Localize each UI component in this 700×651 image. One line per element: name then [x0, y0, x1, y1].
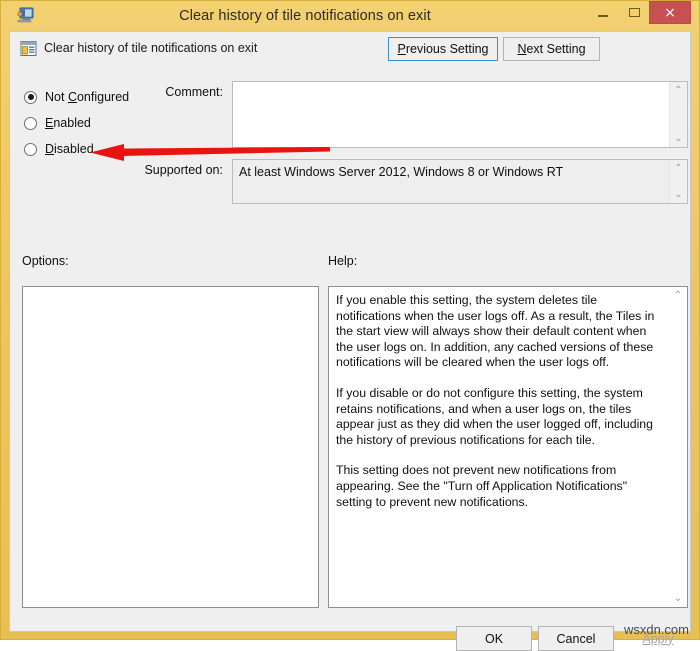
radio-not-configured-indicator[interactable]: [24, 90, 37, 104]
supported-on-value: At least Windows Server 2012, Windows 8 …: [239, 165, 564, 179]
minimize-button[interactable]: [588, 1, 618, 24]
computer-monitor-icon: [17, 7, 35, 23]
policy-setting-icon: [20, 40, 37, 57]
watermark: wsxdn.com: [623, 622, 689, 637]
radio-enabled[interactable]: Enabled: [24, 110, 224, 136]
previous-setting-button[interactable]: Previous Setting: [388, 37, 498, 61]
cancel-button[interactable]: Cancel: [538, 626, 614, 651]
supported-on-scrollbar[interactable]: ⌃ ⌄: [669, 160, 687, 203]
close-icon: ×: [664, 4, 676, 21]
comment-value[interactable]: [233, 82, 669, 147]
supported-scroll-up-icon[interactable]: ⌃: [670, 161, 687, 176]
close-button[interactable]: ×: [649, 1, 691, 24]
supported-on-field: At least Windows Server 2012, Windows 8 …: [232, 159, 688, 204]
help-paragraph: If you enable this setting, the system d…: [336, 293, 655, 370]
comment-scroll-down-icon[interactable]: ⌄: [670, 131, 687, 146]
previous-setting-label: Previous Setting: [397, 42, 489, 56]
options-panel[interactable]: [22, 286, 319, 608]
next-setting-label: Next Setting: [517, 42, 586, 56]
radio-disabled[interactable]: Disabled: [24, 136, 224, 162]
minimize-icon: [598, 14, 608, 17]
comment-input[interactable]: ⌃ ⌄: [232, 81, 688, 148]
setting-title: Clear history of tile notifications on e…: [44, 41, 258, 55]
radio-disabled-label: Disabled: [45, 142, 94, 156]
supported-on-label: Supported on:: [144, 163, 223, 177]
comment-scroll-up-icon[interactable]: ⌃: [670, 83, 687, 98]
policy-setting-window: Clear history of tile notifications on e…: [0, 0, 700, 651]
help-scrollbar[interactable]: ⌃ ⌄: [668, 287, 687, 607]
setting-header: Clear history of tile notifications on e…: [10, 32, 690, 72]
help-panel: If you enable this setting, the system d…: [328, 286, 688, 608]
help-paragraph: If you disable or do not configure this …: [336, 385, 653, 447]
comment-scrollbar[interactable]: ⌃ ⌄: [669, 82, 687, 147]
help-paragraph: This setting does not prevent new notifi…: [336, 463, 628, 509]
help-scroll-down-icon[interactable]: ⌄: [669, 591, 687, 606]
maximize-icon: [628, 8, 640, 17]
radio-not-configured-label: Not Configured: [45, 90, 130, 104]
radio-enabled-label: Enabled: [45, 116, 91, 130]
options-section-label: Options:: [22, 254, 69, 268]
help-scroll-up-icon[interactable]: ⌃: [669, 288, 687, 303]
title-bar: Clear history of tile notifications on e…: [9, 1, 691, 31]
comment-label: Comment:: [165, 85, 223, 99]
radio-enabled-indicator[interactable]: [24, 116, 37, 130]
help-section-label: Help:: [328, 254, 358, 268]
ok-button[interactable]: OK: [456, 626, 532, 651]
maximize-button[interactable]: [619, 1, 649, 24]
next-setting-button[interactable]: Next Setting: [503, 37, 600, 61]
dialog-client-area: Clear history of tile notifications on e…: [9, 31, 691, 651]
supported-scroll-down-icon[interactable]: ⌄: [670, 187, 687, 202]
help-text: If you enable this setting, the system d…: [329, 287, 668, 607]
radio-disabled-indicator[interactable]: [24, 142, 37, 156]
